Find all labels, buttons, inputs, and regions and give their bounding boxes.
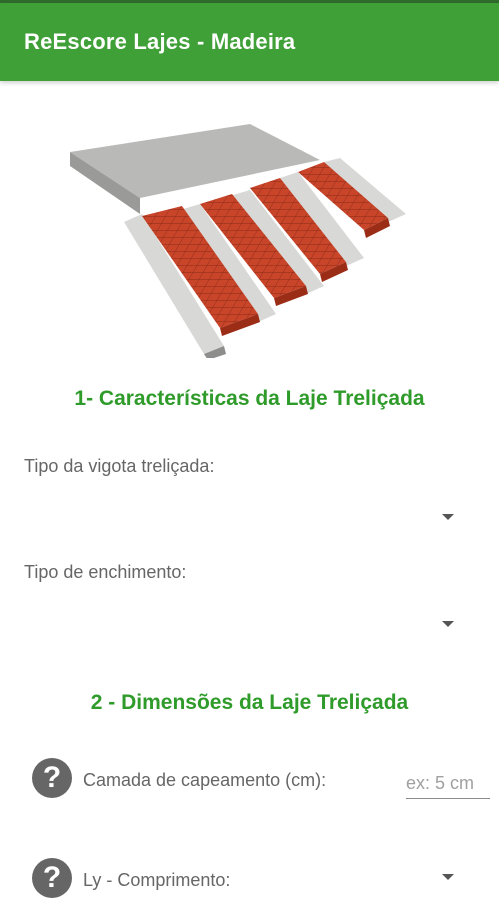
help-icon[interactable]: ? [32,758,72,798]
topping-thickness-label: Camada de capeamento (cm): [83,770,327,790]
ly-length-dropdown[interactable] [24,858,468,898]
dropdown-arrow-icon [442,621,454,627]
topping-thickness-input[interactable] [406,768,490,799]
lattice-slab-illustration [70,124,406,358]
section-1-title: 1- Características da Laje Treliçada [74,387,425,410]
joist-type-dropdown[interactable] [24,498,468,538]
app-title: ReEscore Lajes - Madeira [24,29,296,54]
filler-type-dropdown[interactable] [24,605,468,645]
filler-type-label: Tipo de enchimento: [24,562,187,582]
dropdown-arrow-icon [442,514,454,520]
joist-type-label: Tipo da vigota treliçada: [24,456,215,476]
app-bar: ReEscore Lajes - Madeira [0,3,499,81]
section-2-title: 2 - Dimensões da Laje Treliçada [90,691,409,714]
dropdown-arrow-icon [442,874,454,880]
